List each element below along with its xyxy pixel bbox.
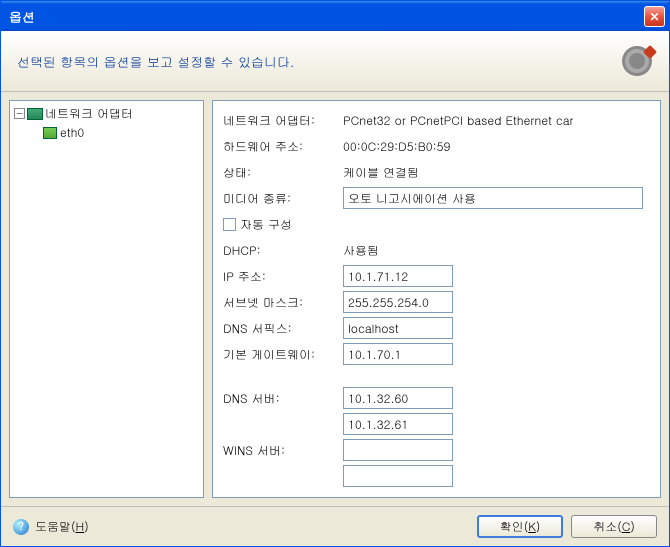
cancel-button[interactable]: 취소(C) xyxy=(571,515,657,538)
detail-panel: 네트워크 어댑터: PCnet32 or PCnetPCI based Ethe… xyxy=(212,100,661,498)
ip-label: IP 주소: xyxy=(223,268,343,285)
content-area: − 네트워크 어댑터 eth0 네트워크 어댑터: PCnet32 or PCn… xyxy=(1,92,669,506)
subnet-label: 서브넷 마스크: xyxy=(223,294,343,311)
header-description: 선택된 항목의 옵션을 보고 설정할 수 있습니다. xyxy=(17,52,621,71)
media-select[interactable]: 오토 니고시에이션 사용 xyxy=(343,187,643,209)
dnssuffix-row: DNS 서픽스: xyxy=(223,315,650,341)
media-select-value: 오토 니고시에이션 사용 xyxy=(348,190,476,207)
spacer xyxy=(223,367,650,385)
autoconf-label: 자동 구성 xyxy=(240,216,292,233)
dnsserver-input-1[interactable] xyxy=(343,387,453,409)
window-title: 옵션 xyxy=(9,7,644,26)
tree-panel: − 네트워크 어댑터 eth0 xyxy=(9,100,204,498)
options-window: 옵션 ✕ 선택된 항목의 옵션을 보고 설정할 수 있습니다. − 네트워크 어… xyxy=(0,0,670,547)
subnet-row: 서브넷 마스크: xyxy=(223,289,650,315)
ip-input[interactable] xyxy=(343,265,453,287)
gateway-label: 기본 게이트웨이: xyxy=(223,346,343,363)
subnet-input[interactable] xyxy=(343,291,453,313)
dhcp-value: 사용됨 xyxy=(343,242,650,259)
adapter-row: 네트워크 어댑터: PCnet32 or PCnetPCI based Ethe… xyxy=(223,107,650,133)
status-value: 케이블 연결됨 xyxy=(343,164,650,181)
help-link[interactable]: ? 도움말(H) xyxy=(13,518,89,535)
ok-button[interactable]: 확인(K) xyxy=(477,515,563,538)
dnsserver-label: DNS 서버: xyxy=(223,390,343,407)
tree-root-label: 네트워크 어댑터 xyxy=(45,105,133,122)
dnsserver-input-2[interactable] xyxy=(343,413,453,435)
adapter-label: 네트워크 어댑터: xyxy=(223,112,343,129)
help-key: H xyxy=(76,518,85,535)
hwaddr-value: 00:0C:29:D5:B0:59 xyxy=(343,138,650,155)
dhcp-row: DHCP: 사용됨 xyxy=(223,237,650,263)
titlebar: 옵션 ✕ xyxy=(1,1,669,31)
dhcp-label: DHCP: xyxy=(223,242,343,259)
wins-input-2[interactable] xyxy=(343,465,453,487)
nic-icon xyxy=(42,125,58,141)
adapter-value: PCnet32 or PCnetPCI based Ethernet car xyxy=(343,112,650,129)
media-row: 미디어 종류: 오토 니고시에이션 사용 xyxy=(223,185,650,211)
media-label: 미디어 종류: xyxy=(223,190,343,207)
tree-child-item[interactable]: eth0 xyxy=(42,124,199,141)
tree-collapse-icon[interactable]: − xyxy=(14,108,25,119)
gateway-input[interactable] xyxy=(343,343,453,365)
dnssuffix-label: DNS 서픽스: xyxy=(223,320,343,337)
close-button[interactable]: ✕ xyxy=(644,6,665,27)
header: 선택된 항목의 옵션을 보고 설정할 수 있습니다. xyxy=(1,31,669,92)
dnsserver-row-2 xyxy=(223,411,650,437)
wins-row: WINS 서버: xyxy=(223,437,650,463)
adapter-icon xyxy=(27,106,43,122)
gear-icon xyxy=(621,45,653,77)
wins-row-2 xyxy=(223,463,650,489)
dnsserver-row: DNS 서버: xyxy=(223,385,650,411)
hwaddr-row: 하드웨어 주소: 00:0C:29:D5:B0:59 xyxy=(223,133,650,159)
help-label: 도움말 xyxy=(35,518,71,535)
autoconf-row: 자동 구성 xyxy=(223,211,650,237)
tree-child-label: eth0 xyxy=(60,124,84,141)
status-row: 상태: 케이블 연결됨 xyxy=(223,159,650,185)
hwaddr-label: 하드웨어 주소: xyxy=(223,138,343,155)
ip-row: IP 주소: xyxy=(223,263,650,289)
dnssuffix-input[interactable] xyxy=(343,317,453,339)
wins-input-1[interactable] xyxy=(343,439,453,461)
status-label: 상태: xyxy=(223,164,343,181)
footer: ? 도움말(H) 확인(K) 취소(C) xyxy=(1,506,669,546)
gateway-row: 기본 게이트웨이: xyxy=(223,341,650,367)
wins-label: WINS 서버: xyxy=(223,442,343,459)
help-icon: ? xyxy=(13,519,29,535)
tree-root-item[interactable]: − 네트워크 어댑터 xyxy=(14,105,199,122)
autoconf-checkbox[interactable] xyxy=(223,218,236,231)
